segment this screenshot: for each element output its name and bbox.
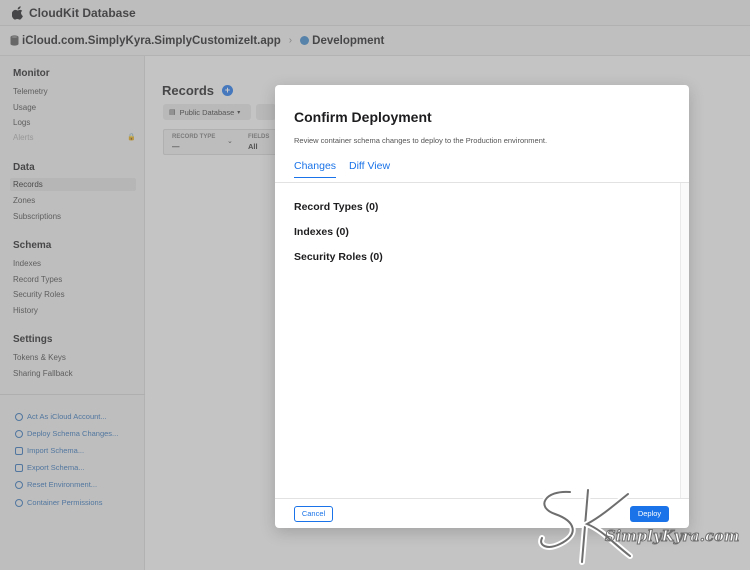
confirm-deployment-dialog: Confirm Deployment Review container sche…: [275, 85, 689, 528]
cancel-button[interactable]: Cancel: [294, 506, 333, 522]
tabs-divider: [275, 182, 689, 183]
change-indexes: Indexes (0): [294, 226, 349, 238]
change-record-types: Record Types (0): [294, 201, 379, 213]
watermark-text: SimplyKyra.com: [605, 528, 740, 546]
scrollbar[interactable]: [680, 183, 689, 498]
tab-changes[interactable]: Changes: [294, 160, 337, 178]
change-security-roles: Security Roles (0): [294, 251, 383, 263]
dialog-subtitle: Review container schema changes to deplo…: [294, 136, 548, 145]
dialog-title: Confirm Deployment: [294, 109, 432, 125]
watermark-logo: [538, 487, 633, 565]
tab-diff-view[interactable]: Diff View: [349, 160, 390, 172]
